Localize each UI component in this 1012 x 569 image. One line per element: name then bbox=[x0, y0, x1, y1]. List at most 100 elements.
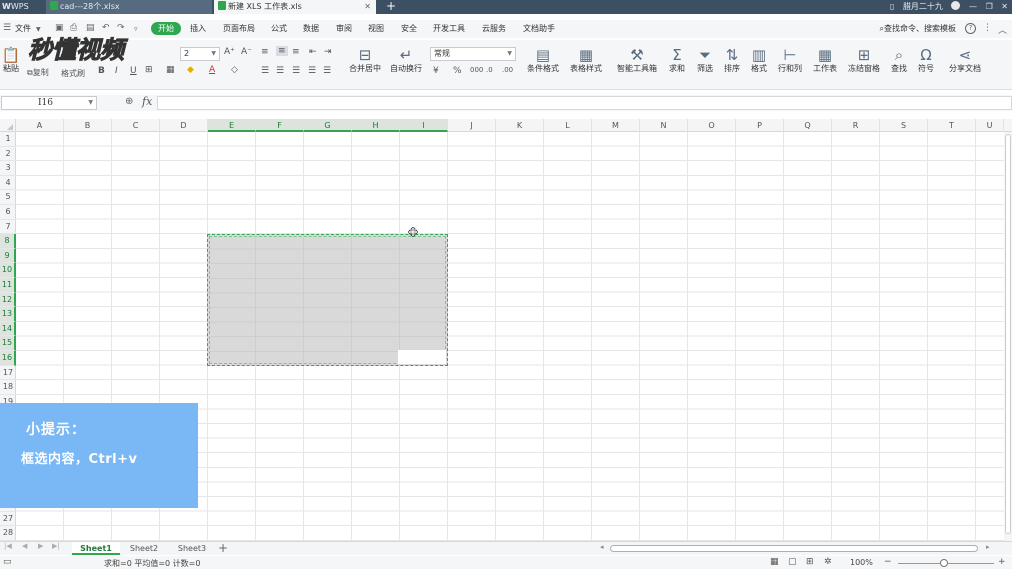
cell-fill-icon[interactable]: ▦ bbox=[166, 65, 175, 75]
tab-data[interactable]: 数据 bbox=[303, 23, 319, 35]
column-header-a[interactable]: A bbox=[16, 119, 64, 132]
column-header-q[interactable]: Q bbox=[784, 119, 832, 132]
column-header-r[interactable]: R bbox=[832, 119, 880, 132]
conditional-format-button[interactable]: ▤ 条件格式 bbox=[523, 46, 563, 74]
freeze-panes-button[interactable]: ⊞ 冻结窗格 bbox=[845, 46, 883, 74]
tab-cloud[interactable]: 云服务 bbox=[482, 23, 506, 35]
row-header-12[interactable]: 12 bbox=[0, 292, 16, 308]
row-header-3[interactable]: 3 bbox=[0, 161, 16, 176]
name-box[interactable]: I16 ▼ bbox=[1, 96, 97, 110]
row-header-1[interactable]: 1 bbox=[0, 132, 16, 147]
column-header-t[interactable]: T bbox=[928, 119, 976, 132]
file-tab-1[interactable]: cad---28个.xlsx bbox=[46, 0, 212, 14]
number-format-select[interactable]: 常规 ▼ bbox=[430, 47, 516, 61]
row-header-14[interactable]: 14 bbox=[0, 321, 16, 337]
tab-page-layout[interactable]: 页面布局 bbox=[223, 23, 255, 35]
last-sheet-icon[interactable]: ▶| bbox=[52, 542, 60, 550]
formula-input[interactable] bbox=[157, 96, 1012, 110]
row-header-6[interactable]: 6 bbox=[0, 205, 16, 220]
help-icon[interactable]: ? bbox=[965, 23, 976, 34]
next-sheet-icon[interactable]: ▶ bbox=[38, 542, 43, 550]
zoom-in-icon[interactable]: + bbox=[998, 557, 1006, 567]
bold-icon[interactable]: B bbox=[98, 66, 105, 76]
select-all-corner[interactable] bbox=[0, 119, 16, 132]
close-tab-icon[interactable]: ✕ bbox=[364, 0, 371, 14]
row-header-8[interactable]: 8 bbox=[0, 234, 16, 249]
row-header-9[interactable]: 9 bbox=[0, 248, 16, 264]
horizontal-scroll-thumb[interactable] bbox=[610, 545, 978, 552]
column-header-j[interactable]: J bbox=[448, 119, 496, 132]
row-header-16[interactable]: 16 bbox=[0, 351, 16, 366]
vertical-scrollbar[interactable] bbox=[1004, 132, 1012, 541]
copy-button[interactable]: ⧉复制 bbox=[27, 67, 49, 78]
column-header-b[interactable]: B bbox=[64, 119, 112, 132]
scroll-right-icon[interactable]: ▸ bbox=[986, 543, 990, 551]
page-layout-view-icon[interactable]: ▢ bbox=[788, 557, 797, 567]
file-tab-2[interactable]: 新建 XLS 工作表.xls ✕ bbox=[214, 0, 376, 14]
normal-view-icon[interactable]: ▦ bbox=[770, 557, 779, 567]
align-bottom-icon[interactable]: ≡ bbox=[292, 47, 300, 57]
thousands-separator-icon[interactable]: 000 bbox=[470, 66, 483, 74]
worksheet-button[interactable]: ▦ 工作表 bbox=[809, 46, 841, 74]
active-cell[interactable] bbox=[398, 350, 446, 364]
zoom-slider-thumb[interactable] bbox=[940, 559, 948, 567]
zoom-formula-icon[interactable]: ⊕ bbox=[125, 96, 133, 107]
column-header-d[interactable]: D bbox=[160, 119, 208, 132]
zoom-level[interactable]: 100% bbox=[850, 558, 873, 567]
wrap-text-button[interactable]: ↵ 自动换行 bbox=[388, 46, 424, 74]
insert-function-button[interactable]: fx bbox=[142, 95, 152, 108]
zoom-out-icon[interactable]: − bbox=[884, 557, 892, 567]
first-sheet-icon[interactable]: |◀ bbox=[4, 542, 12, 550]
align-top-icon[interactable]: ≡ bbox=[261, 47, 269, 57]
row-header-5[interactable]: 5 bbox=[0, 190, 16, 205]
tab-developer[interactable]: 开发工具 bbox=[433, 23, 465, 35]
tab-insert[interactable]: 插入 bbox=[190, 23, 206, 35]
currency-icon[interactable]: ¥ bbox=[433, 66, 439, 76]
row-header-28[interactable]: 28 bbox=[0, 526, 16, 541]
tab-formulas[interactable]: 公式 bbox=[271, 23, 287, 35]
close-window-button[interactable]: ✕ bbox=[1001, 0, 1008, 14]
horizontal-scrollbar[interactable]: ◂ ▸ bbox=[600, 543, 994, 553]
column-header-l[interactable]: L bbox=[544, 119, 592, 132]
table-style-button[interactable]: ▦ 表格样式 bbox=[566, 46, 606, 74]
italic-icon[interactable]: I bbox=[115, 66, 118, 76]
eraser-icon[interactable]: ◇ bbox=[231, 65, 238, 75]
hamburger-menu-icon[interactable]: ☰ bbox=[3, 23, 11, 33]
row-header-17[interactable]: 17 bbox=[0, 366, 16, 381]
increase-font-icon[interactable]: A⁺ bbox=[224, 47, 235, 57]
minimize-button[interactable]: — bbox=[969, 0, 977, 14]
sheet-tab-sheet3[interactable]: Sheet3 bbox=[168, 542, 216, 555]
merge-center-button[interactable]: ⊟ 合并居中 bbox=[345, 46, 385, 74]
sum-button[interactable]: Σ 求和 bbox=[664, 46, 690, 74]
column-header-m[interactable]: M bbox=[592, 119, 640, 132]
share-document-button[interactable]: ⋖ 分享文档 bbox=[945, 46, 985, 74]
more-options-icon[interactable]: ⋮ bbox=[983, 23, 992, 33]
font-color-icon[interactable]: A bbox=[209, 65, 215, 75]
indent-decrease-icon[interactable]: ⇤ bbox=[309, 47, 317, 57]
status-macro-icon[interactable]: ▭ bbox=[3, 557, 12, 567]
tab-review[interactable]: 审阅 bbox=[336, 23, 352, 35]
column-header-h[interactable]: H bbox=[352, 119, 400, 132]
column-header-i[interactable]: I bbox=[400, 119, 448, 132]
column-header-k[interactable]: K bbox=[496, 119, 544, 132]
filter-button[interactable]: ⏷ 筛选 bbox=[692, 46, 718, 74]
distributed-align-icon[interactable]: ☰ bbox=[323, 66, 331, 76]
row-header-7[interactable]: 7 bbox=[0, 220, 16, 235]
column-header-o[interactable]: O bbox=[688, 119, 736, 132]
row-header-11[interactable]: 11 bbox=[0, 278, 16, 293]
align-middle-icon[interactable]: ≡ bbox=[276, 46, 288, 56]
sort-button[interactable]: ⇅ 排序 bbox=[719, 46, 745, 74]
symbol-button[interactable]: Ω 符号 bbox=[913, 46, 939, 74]
vertical-scroll-thumb[interactable] bbox=[1005, 134, 1011, 534]
fill-color-icon[interactable]: ◆ bbox=[187, 65, 194, 75]
tab-security[interactable]: 安全 bbox=[401, 23, 417, 35]
row-header-10[interactable]: 10 bbox=[0, 263, 16, 278]
restore-button[interactable]: ❐ bbox=[986, 0, 993, 14]
format-button[interactable]: ▥ 格式 bbox=[746, 46, 772, 74]
decrease-decimal-icon[interactable]: .00 bbox=[502, 66, 513, 74]
sheet-tab-sheet1[interactable]: Sheet1 bbox=[72, 542, 120, 555]
row-header-15[interactable]: 15 bbox=[0, 336, 16, 351]
row-header-2[interactable]: 2 bbox=[0, 147, 16, 162]
increase-decimal-icon[interactable]: .0 bbox=[486, 66, 493, 74]
column-header-g[interactable]: G bbox=[304, 119, 352, 132]
